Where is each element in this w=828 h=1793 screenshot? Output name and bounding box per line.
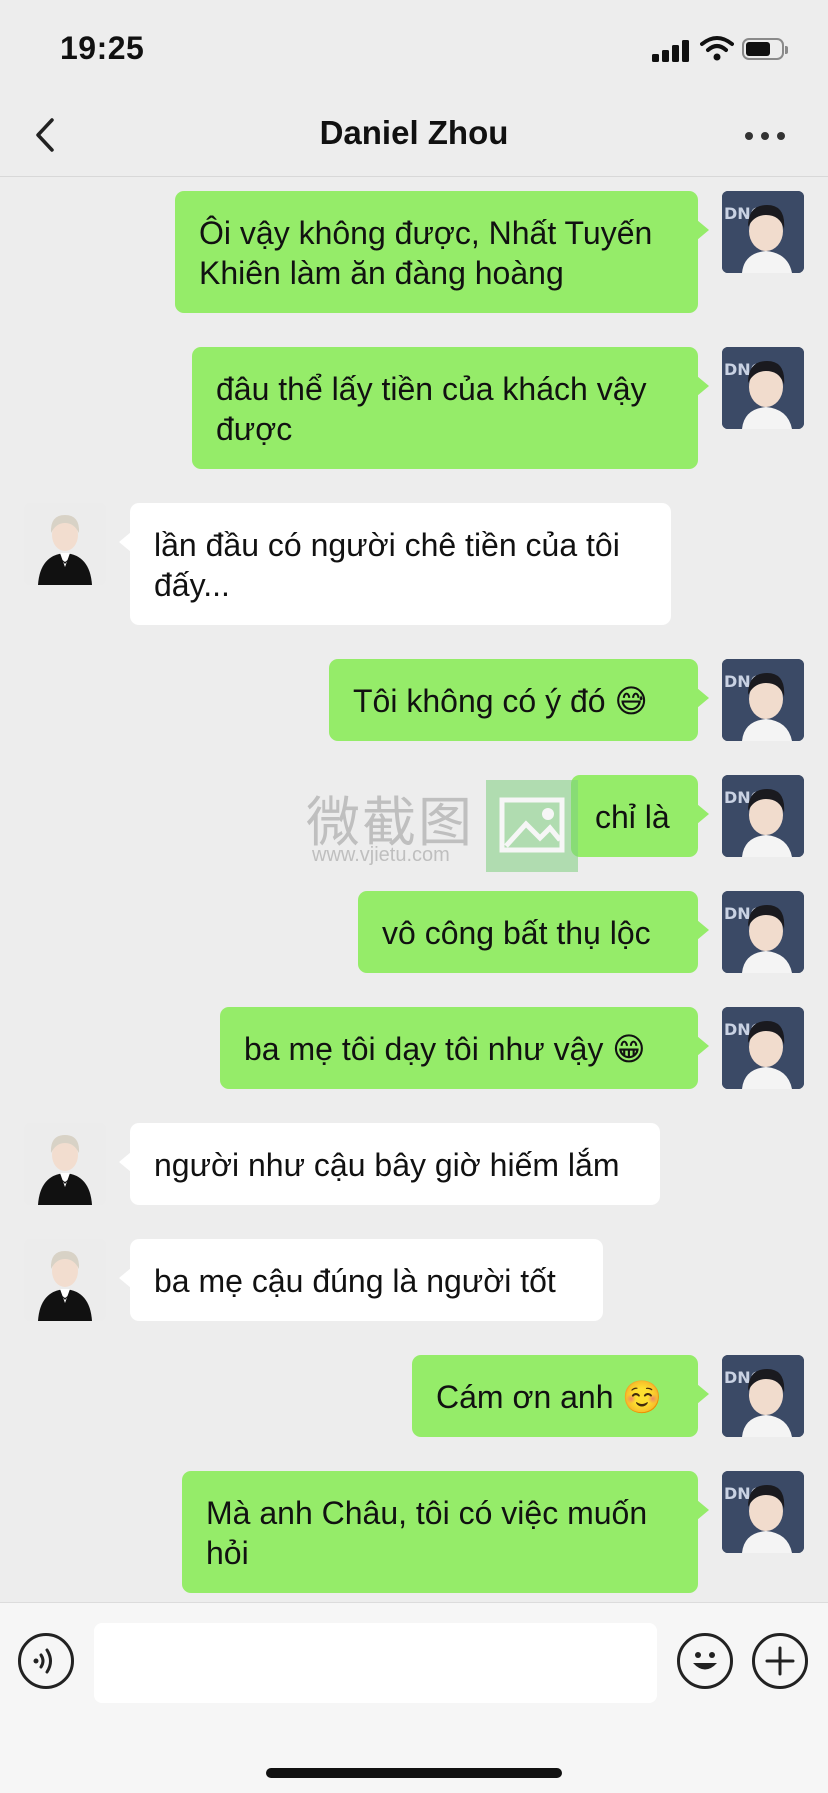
message-bubble[interactable]: đâu thể lấy tiền của khách vậy được — [192, 347, 709, 469]
message-text: đâu thể lấy tiền của khách vậy được — [216, 371, 647, 447]
status-time: 19:25 — [60, 30, 145, 66]
message-text: Mà anh Châu, tôi có việc muốn hỏi — [206, 1495, 648, 1571]
avatar[interactable] — [722, 1471, 804, 1553]
message-text: Tôi không có ý đó 😅 — [353, 683, 648, 719]
message-bubble[interactable]: Cám ơn anh ☺️ — [412, 1355, 709, 1437]
plus-icon[interactable] — [752, 1633, 808, 1689]
message-text: ba mẹ tôi dạy tôi như vậy 😁 — [244, 1031, 646, 1067]
status-bar: 19:25 — [0, 0, 828, 100]
watermark-url: www.vjietu.com — [312, 844, 450, 866]
message-text: người như cậu bây giờ hiếm lắm — [154, 1147, 620, 1183]
chat-header: Daniel Zhou — [0, 100, 828, 177]
message-bubble[interactable]: ba mẹ tôi dạy tôi như vậy 😁 — [220, 1007, 709, 1089]
avatar[interactable] — [722, 191, 804, 273]
message-bubble[interactable]: lần đầu có người chê tiền của tôi đấy... — [119, 503, 671, 625]
more-horizontal-icon[interactable] — [745, 130, 789, 144]
avatar[interactable] — [722, 347, 804, 429]
message-bubble[interactable]: Ôi vậy không được, Nhất Tuyến Khiên làm … — [175, 191, 709, 313]
avatar[interactable] — [24, 503, 106, 585]
message-bubble[interactable]: người như cậu bây giờ hiếm lắm — [119, 1123, 660, 1205]
message-text: ba mẹ cậu đúng là người tốt — [154, 1263, 556, 1299]
message-input[interactable] — [94, 1623, 657, 1703]
avatar[interactable] — [722, 775, 804, 857]
avatar[interactable] — [722, 659, 804, 741]
message-text: lần đầu có người chê tiền của tôi đấy... — [154, 527, 620, 603]
smiley-icon[interactable] — [677, 1633, 733, 1689]
wifi-icon — [700, 36, 734, 61]
message-bubble[interactable]: Tôi không có ý đó 😅 — [329, 659, 709, 741]
chat-title: Daniel Zhou — [319, 114, 509, 151]
message-text: chỉ là — [595, 799, 670, 835]
battery-icon — [742, 38, 788, 60]
message-bubble[interactable]: Mà anh Châu, tôi có việc muốn hỏi — [182, 1471, 709, 1593]
image-icon — [486, 780, 578, 872]
voice-icon[interactable] — [18, 1633, 74, 1689]
message-text: vô công bất thụ lộc — [382, 915, 651, 951]
message-list[interactable]: Ôi vậy không được, Nhất Tuyến Khiên làm … — [0, 177, 828, 1601]
avatar[interactable] — [722, 1007, 804, 1089]
avatar[interactable] — [722, 891, 804, 973]
avatar[interactable] — [24, 1123, 106, 1205]
home-indicator[interactable] — [266, 1768, 562, 1778]
message-bubble[interactable]: vô công bất thụ lộc — [358, 891, 709, 973]
message-text: Cám ơn anh ☺️ — [436, 1379, 663, 1415]
cellular-signal-icon — [652, 38, 690, 62]
message-text: Ôi vậy không được, Nhất Tuyến Khiên làm … — [199, 215, 653, 291]
message-bubble[interactable]: ba mẹ cậu đúng là người tốt — [119, 1239, 603, 1321]
input-bar — [0, 1602, 828, 1793]
avatar[interactable] — [24, 1239, 106, 1321]
watermark: 微截图 www.vjietu.com — [302, 778, 582, 874]
message-bubble[interactable]: chỉ là — [571, 775, 709, 857]
avatar[interactable] — [722, 1355, 804, 1437]
